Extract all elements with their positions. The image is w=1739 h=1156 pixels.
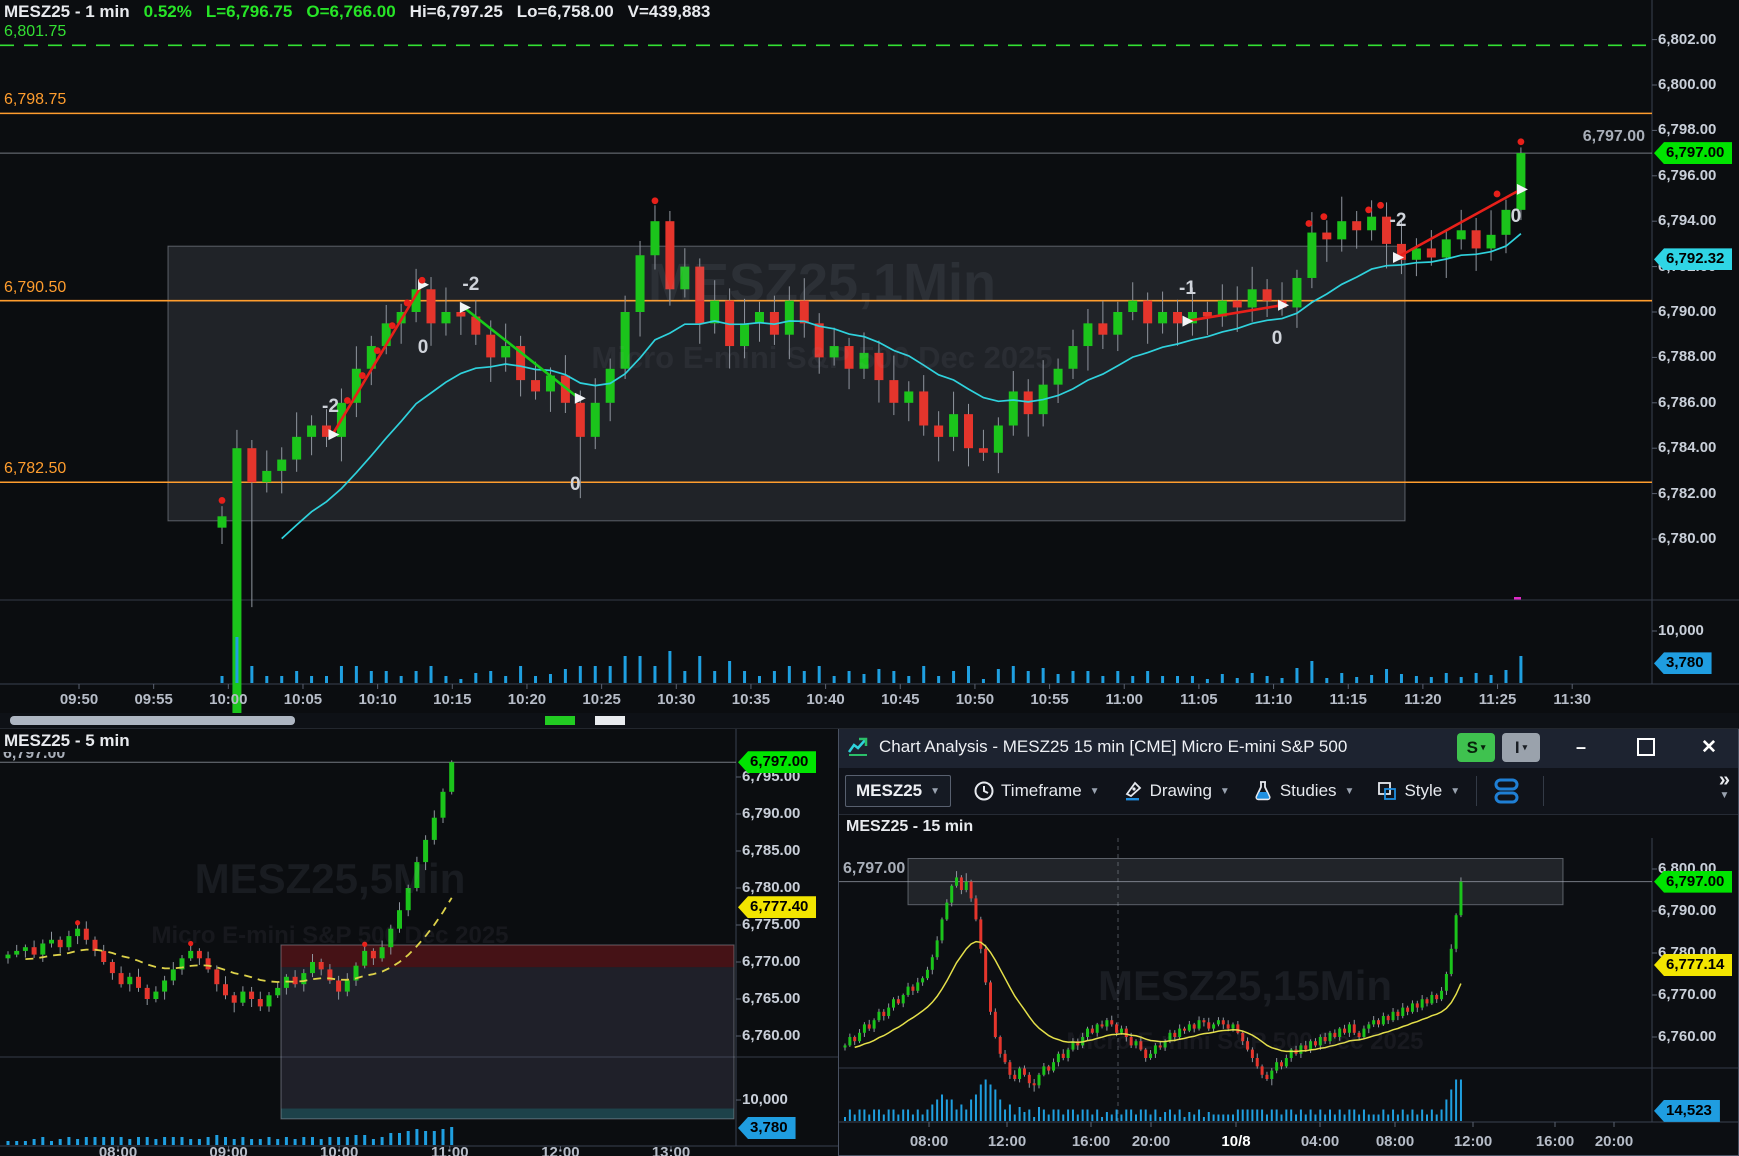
panels-icon	[1491, 776, 1521, 806]
window-title: Chart Analysis - MESZ25 15 min [CME] Mic…	[879, 737, 1347, 757]
maximize-button[interactable]	[1629, 730, 1663, 764]
five-min-chart-canvas[interactable]	[0, 728, 838, 1156]
chart-header-1min: MESZ25 - 1 min 0.52% L=6,796.75 O=6,766.00 H…	[4, 2, 724, 22]
chevron-down-icon: ▼	[1345, 786, 1355, 797]
clock-icon	[973, 780, 995, 802]
window-titlebar[interactable]: Chart Analysis - MESZ25 15 min [CME] Mic…	[839, 726, 1738, 768]
volume-bars	[7, 1127, 454, 1145]
window-toolbar: MESZ25▼ Timeframe▼ Drawing▼	[839, 768, 1738, 815]
chevron-down-icon: ▾	[1523, 742, 1528, 753]
fifteen-min-chart-canvas[interactable]	[839, 826, 1738, 1156]
toolbar-separator	[1543, 776, 1544, 806]
trading-workspace: MESZ25 - 1 min 0.52% L=6,796.75 O=6,766.00 H…	[0, 0, 1739, 1156]
chevron-down-icon: ▼	[1450, 786, 1460, 797]
maximize-icon	[1637, 738, 1655, 756]
chevron-down-icon: ▾	[1481, 742, 1486, 753]
toolbar-item-style[interactable]: Style▼	[1376, 780, 1460, 802]
change-pct-value: 0.52%	[144, 2, 192, 21]
chevron-down-icon: ▼	[1090, 786, 1100, 797]
scrollbar-marker-green	[545, 716, 575, 725]
toolbar-item-timeframe[interactable]: Timeframe▼	[973, 780, 1100, 802]
toolbar-item-drawing[interactable]: Drawing▼	[1122, 780, 1230, 802]
scrollbar-thumb[interactable]	[10, 716, 295, 725]
horizontal-scrollbar[interactable]	[0, 713, 1739, 729]
toolbar-overflow-button[interactable]: » ▼	[1719, 772, 1730, 804]
scrollbar-marker-white	[595, 716, 625, 725]
one-min-chart-canvas[interactable]	[0, 0, 1739, 713]
volume-bars	[221, 637, 1523, 683]
close-button[interactable]: ✕	[1692, 730, 1726, 764]
chevron-down-icon: ▼	[930, 786, 940, 797]
pen-icon	[1122, 780, 1144, 802]
volume-bars	[844, 1080, 1462, 1122]
toolbar-separator	[1476, 776, 1477, 806]
toolbar-item-studies[interactable]: Studies▼	[1252, 780, 1355, 802]
linked-panels-button[interactable]	[1491, 776, 1527, 806]
open-value: O=6,766.00	[306, 2, 395, 21]
high-value: Hi=6,797.25	[410, 2, 503, 21]
low-value: Lo=6,758.00	[517, 2, 614, 21]
chevron-down-icon: ▼	[1220, 786, 1230, 797]
minimize-button[interactable]: –	[1564, 730, 1598, 764]
symbol-dropdown[interactable]: MESZ25▼	[845, 775, 951, 807]
sim-mode-button[interactable]: S▾	[1457, 733, 1495, 762]
chart-header-5min: MESZ25 - 5 min	[4, 731, 130, 751]
last-value: L=6,796.75	[206, 2, 293, 21]
info-mode-button[interactable]: I▾	[1502, 733, 1540, 762]
style-icon	[1376, 780, 1398, 802]
volume-value: V=439,883	[628, 2, 711, 21]
app-icon	[847, 736, 869, 758]
symbol-period-label: MESZ25 - 1 min	[4, 2, 130, 21]
flask-icon	[1252, 780, 1274, 802]
chevron-down-icon: ▼	[1719, 788, 1730, 804]
